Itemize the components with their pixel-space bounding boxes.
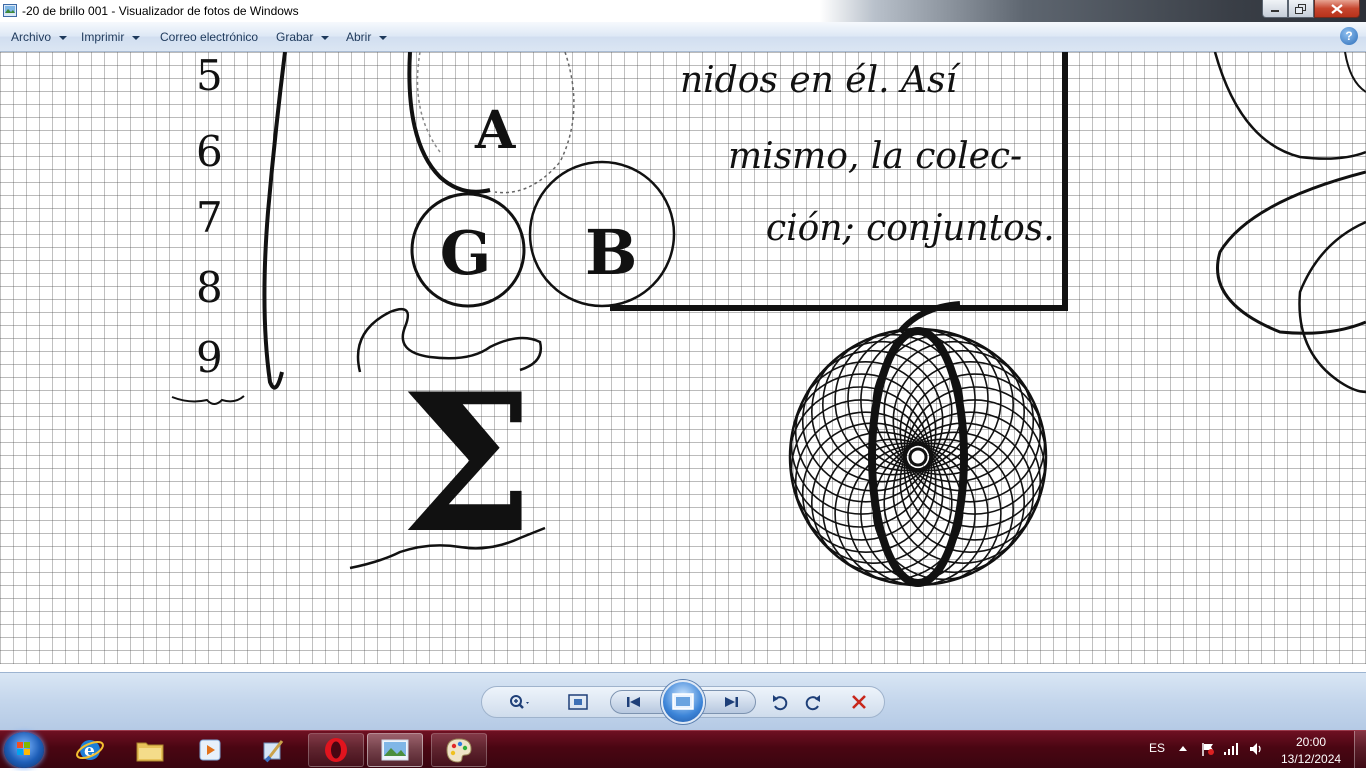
taskbar-paint-brush[interactable] [245, 733, 301, 767]
zoom-button[interactable] [508, 692, 532, 712]
number-8: 8 [196, 263, 223, 312]
chevron-down-icon [59, 36, 67, 40]
scanned-drawing: 5 6 7 8 9 A G B nidos en él. Así mismo, … [0, 52, 1366, 672]
menu-correo-electronico[interactable]: Correo electrónico [160, 30, 258, 44]
rosette-center [910, 449, 926, 465]
text-line-2: mismo, la colec- [728, 136, 1022, 177]
previous-icon [624, 694, 644, 710]
restore-button[interactable] [1288, 0, 1314, 18]
show-hidden-icons-icon[interactable] [1179, 746, 1187, 751]
taskbar-paint[interactable] [431, 733, 487, 767]
circle-label-b: B [585, 216, 637, 289]
taskbar-opera[interactable] [308, 733, 364, 767]
menu-label: Grabar [276, 30, 313, 44]
chevron-down-icon [321, 36, 329, 40]
previous-button[interactable] [622, 692, 646, 712]
taskbar: e [0, 730, 1366, 768]
close-icon [1331, 4, 1343, 14]
menu-abrir[interactable]: Abrir [346, 30, 387, 44]
number-6: 6 [196, 127, 223, 176]
text-line-1: nidos en él. Así [680, 60, 961, 101]
show-desktop-button[interactable] [1354, 731, 1366, 769]
rotate-right-button[interactable] [801, 692, 825, 712]
menu-imprimir[interactable]: Imprimir [81, 30, 140, 44]
help-button[interactable]: ? [1340, 27, 1358, 45]
slideshow-button[interactable] [661, 680, 705, 724]
opera-icon [321, 735, 351, 765]
fit-to-window-icon [568, 693, 588, 711]
menu-label: Correo electrónico [160, 30, 258, 44]
window-title: -20 de brillo 001 - Visualizador de foto… [22, 4, 299, 18]
taskbar-file-explorer[interactable] [122, 733, 178, 767]
menu-bar: Archivo Imprimir Correo electrónico Grab… [0, 22, 1366, 52]
media-player-icon [196, 736, 224, 764]
number-7: 7 [196, 193, 223, 242]
menu-grabar[interactable]: Grabar [276, 30, 329, 44]
image-canvas[interactable]: 5 6 7 8 9 A G B nidos en él. Así mismo, … [0, 52, 1366, 672]
language-indicator[interactable]: ES [1149, 741, 1165, 755]
photo-viewer-icon [380, 737, 410, 763]
windows-logo-icon [4, 732, 44, 768]
taskbar-media-player[interactable] [182, 733, 238, 767]
spirograph-rosette [790, 329, 1046, 585]
taskbar-internet-explorer[interactable]: e [62, 733, 118, 767]
photo-viewer-icon [3, 4, 17, 17]
menu-label: Imprimir [81, 30, 124, 44]
paint-palette-icon [444, 735, 474, 765]
network-icon[interactable] [1223, 742, 1239, 756]
chevron-down-icon [132, 36, 140, 40]
close-button[interactable] [1314, 0, 1360, 18]
slideshow-icon [663, 682, 703, 722]
delete-icon [850, 693, 868, 711]
restore-icon [1295, 4, 1307, 14]
minimize-icon [1270, 5, 1280, 13]
next-icon [721, 694, 741, 710]
rotate-clockwise-icon [803, 693, 823, 711]
menu-label: Abrir [346, 30, 371, 44]
menu-archivo[interactable]: Archivo [11, 30, 67, 44]
title-bar: -20 de brillo 001 - Visualizador de foto… [0, 0, 1366, 22]
rotate-left-button[interactable] [768, 692, 792, 712]
taskbar-photo-viewer[interactable] [367, 733, 423, 767]
zoom-icon [508, 693, 532, 711]
action-center-flag-icon[interactable] [1200, 741, 1216, 757]
chevron-down-icon [379, 36, 387, 40]
minimize-button[interactable] [1262, 0, 1288, 18]
fit-to-window-button[interactable] [566, 692, 590, 712]
clock-date[interactable]: 13/12/2024 [1281, 752, 1341, 766]
internet-explorer-icon: e [75, 735, 105, 765]
menu-label: Archivo [11, 30, 51, 44]
rotate-counterclockwise-icon [770, 693, 790, 711]
next-button[interactable] [719, 692, 743, 712]
volume-icon[interactable] [1248, 741, 1264, 757]
paint-brush-icon [258, 735, 288, 765]
folder-icon [134, 736, 166, 764]
circle-label-a: A [474, 100, 516, 161]
number-9: 9 [196, 333, 223, 382]
number-5: 5 [196, 52, 223, 100]
text-line-3: ción; conjuntos. [766, 208, 1055, 249]
delete-button[interactable] [847, 692, 871, 712]
clock-time[interactable]: 20:00 [1296, 735, 1326, 749]
start-button[interactable] [4, 732, 44, 768]
circle-label-g: G [440, 219, 491, 289]
